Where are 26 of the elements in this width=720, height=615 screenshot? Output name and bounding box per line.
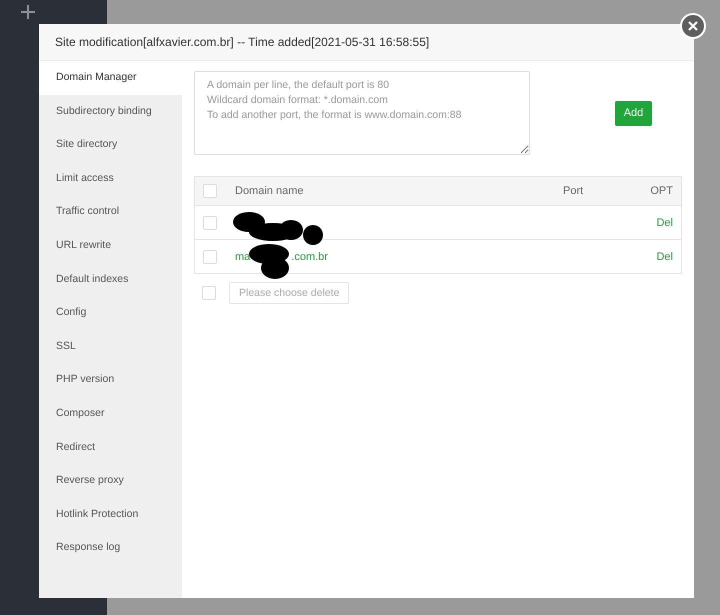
column-header: OPT bbox=[649, 185, 674, 197]
column-header: Port bbox=[563, 185, 584, 197]
checkbox[interactable] bbox=[203, 250, 217, 264]
menu-item[interactable]: PHP version bbox=[39, 363, 182, 397]
menu-item[interactable]: Response log bbox=[39, 531, 182, 565]
column-header: Domain name bbox=[235, 185, 304, 197]
menu-item[interactable]: Traffic control bbox=[39, 195, 182, 229]
menu-item[interactable]: Default indexes bbox=[39, 262, 182, 296]
menu-item[interactable]: Config bbox=[39, 296, 182, 330]
dialog-title: Site modification[alfxavier.com.br] -- Time added[2021-05-31 16:58:55] bbox=[39, 24, 694, 61]
menu-item[interactable]: Limit access bbox=[39, 162, 182, 196]
menu-item[interactable]: URL rewrite bbox=[39, 228, 182, 263]
menu-item[interactable]: Hotlink Protection bbox=[39, 498, 182, 532]
menu-item[interactable]: Redirect bbox=[39, 430, 182, 464]
plus-icon[interactable] bbox=[21, 5, 35, 19]
menu-item[interactable]: Reverse proxy bbox=[39, 464, 182, 498]
menu-item[interactable]: Site directory bbox=[39, 128, 182, 162]
menu-item[interactable]: Domain Manager bbox=[39, 61, 182, 95]
checkbox[interactable] bbox=[202, 286, 216, 300]
menu-item[interactable]: SSL bbox=[39, 330, 182, 364]
menu-item[interactable]: Composer bbox=[39, 396, 182, 431]
close-icon[interactable] bbox=[680, 13, 706, 39]
checkbox[interactable] bbox=[203, 216, 217, 230]
checkbox[interactable] bbox=[203, 184, 217, 198]
domain-input[interactable]: A domain per line, the default port is 80 Wildcard domain format: *.domain.com To add another port, the format is www.domain.com:88 bbox=[194, 71, 530, 155]
menu-item[interactable]: Subdirectory binding bbox=[39, 94, 182, 128]
